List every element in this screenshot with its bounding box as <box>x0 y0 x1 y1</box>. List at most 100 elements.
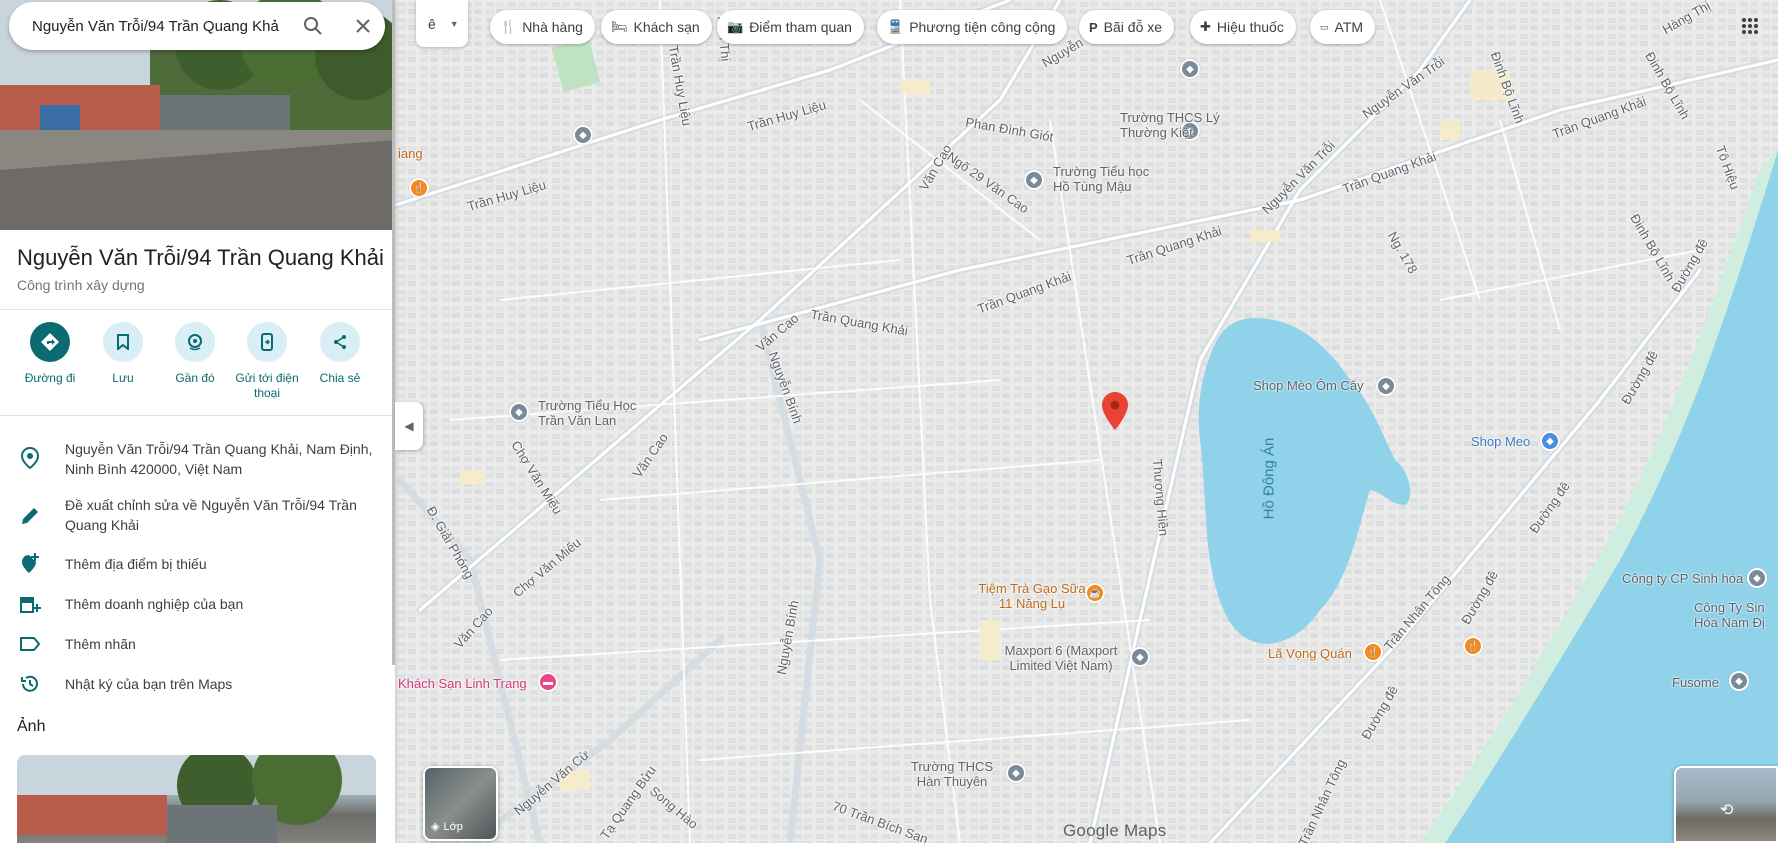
restaurant-icon[interactable]: 🍴 <box>409 178 429 198</box>
poi-label[interactable]: Shop Meo <box>1471 434 1530 449</box>
save-button[interactable]: Lưu <box>86 322 160 386</box>
street-view-icon: ⟲ <box>1720 802 1734 819</box>
share-button[interactable]: Chia sẻ <box>303 322 377 386</box>
maps-history-row[interactable]: Nhật ký của bạn trên Maps <box>0 672 395 702</box>
chip-label: Phương tiện công cộng <box>909 19 1056 35</box>
chip-restaurants[interactable]: 🍴 Nhà hàng <box>490 10 595 44</box>
action-label: Lưu <box>112 371 134 385</box>
layers-label: Lớp <box>443 820 463 833</box>
poi-label[interactable]: Công Ty Sin Hóa Nam Đị <box>1694 600 1778 630</box>
label-icon <box>18 632 42 656</box>
place-marker-icon[interactable] <box>1102 392 1128 430</box>
poi-label[interactable]: Tiệm Trà Gạo Sữa 11 Năng Lụ <box>978 581 1086 611</box>
action-label: Gần đó <box>175 371 215 385</box>
hotel-icon[interactable]: ▬ <box>538 672 558 692</box>
business-icon[interactable]: ◆ <box>1130 647 1150 667</box>
shop-icon[interactable]: ◆ <box>1376 376 1396 396</box>
poi-label[interactable]: Fusome <box>1672 675 1719 690</box>
address-row[interactable]: Nguyễn Văn Trỗi/94 Trần Quang Khải, Nam … <box>0 438 395 484</box>
poi-label[interactable]: Shop Mèo Ôm Cây <box>1253 378 1364 393</box>
divider <box>0 309 395 310</box>
school-icon[interactable]: ◆ <box>1006 763 1026 783</box>
search-icon[interactable] <box>291 2 335 50</box>
add-business-row[interactable]: Thêm doanh nghiệp của bạn <box>0 592 395 622</box>
chevron-down-icon: ▼ <box>449 18 459 29</box>
business-icon[interactable]: ◆ <box>1747 568 1767 588</box>
restaurant-icon[interactable]: 🍴 <box>1363 642 1383 662</box>
suggest-edit-row[interactable]: Đề xuất chỉnh sửa về Nguyễn Văn Trỗi/94 … <box>0 494 395 540</box>
poi-label[interactable]: Lã Vọng Quán <box>1268 646 1352 661</box>
send-to-phone-button[interactable]: Gửi tới điện thoại <box>230 322 304 401</box>
chevron-left-icon: ◀ <box>404 419 414 433</box>
chip-label: Điểm tham quan <box>749 19 852 35</box>
chip-label: Khách sạn <box>633 19 700 35</box>
suggest-edit-text: Đề xuất chỉnh sửa về Nguyễn Văn Trỗi/94 … <box>65 497 357 533</box>
close-icon[interactable] <box>341 2 385 50</box>
maps-app: Trần Huy Liệu Trần Huy Liệu Đ. Trần Huy … <box>0 0 1778 843</box>
poi-label[interactable]: Công ty CP Sinh hóa <box>1622 571 1743 586</box>
photos-heading: Ảnh <box>17 718 46 735</box>
nearby-button[interactable]: Gần đó <box>158 322 232 386</box>
restaurant-icon[interactable]: 🍴 <box>1463 636 1483 656</box>
maps-history-text: Nhật ký của bạn trên Maps <box>65 676 233 692</box>
poi-label[interactable]: iang <box>398 146 423 161</box>
place-category[interactable]: Công trình xây dựng <box>17 277 145 293</box>
chip-label: Nhà hàng <box>522 19 583 35</box>
school-icon[interactable]: ◆ <box>509 402 529 422</box>
directions-icon <box>30 322 70 362</box>
layers-button[interactable]: ◈ Lớp <box>423 766 498 841</box>
atm-icon: ▭ <box>1320 21 1329 32</box>
input-method-button[interactable]: ê ▼ <box>416 0 468 47</box>
poi-label[interactable]: Maxport 6 (Maxport Limited Việt Nam) <box>995 643 1127 673</box>
street-view-thumbnail[interactable]: ⟲ <box>1674 766 1778 843</box>
add-business-text: Thêm doanh nghiệp của bạn <box>65 596 244 612</box>
history-icon <box>18 672 42 696</box>
apps-grid-icon[interactable] <box>1736 12 1764 40</box>
school-icon[interactable]: ◆ <box>1024 170 1044 190</box>
cafe-icon[interactable]: ☕ <box>1085 583 1105 603</box>
chip-parking[interactable]: P Bãi đỗ xe <box>1079 10 1175 44</box>
place-panel: Nguyễn Văn Trỗi/94 Trần Quang Khải Công … <box>0 0 395 843</box>
place-hero-photo[interactable] <box>0 0 395 230</box>
collapse-panel-button[interactable]: ◀ <box>395 402 423 450</box>
poi-label[interactable]: Trường THCS Hàn Thuyên <box>900 759 1004 789</box>
panel-scrollbar[interactable] <box>392 0 395 665</box>
google-maps-logo: Google Maps <box>1063 821 1167 840</box>
search-input[interactable] <box>32 17 282 35</box>
place-title: Nguyễn Văn Trỗi/94 Trần Quang Khải <box>17 245 384 270</box>
poi-label[interactable]: Trường Tiểu học Hồ Tùng Mậu <box>1053 164 1163 194</box>
directions-button[interactable]: Đường đi <box>13 322 87 386</box>
shop-bag-icon[interactable]: ◆ <box>1540 431 1560 451</box>
chip-transit[interactable]: 🚆 Phương tiện công cộng <box>877 10 1068 44</box>
chip-label: Bãi đỗ xe <box>1103 19 1163 35</box>
chip-hotels[interactable]: 🛏 Khách sạn <box>601 10 712 44</box>
hotel-icon: 🛏 <box>611 19 628 34</box>
add-label-row[interactable]: Thêm nhãn <box>0 632 395 662</box>
lake-label: Hồ Đông Án <box>1260 437 1278 520</box>
chip-pharmacy[interactable]: ✚ Hiệu thuốc <box>1190 10 1296 44</box>
ime-label: ê <box>428 15 436 32</box>
add-business-icon <box>18 592 42 616</box>
add-missing-place-text: Thêm địa điểm bị thiếu <box>65 556 207 572</box>
chip-atm[interactable]: ▭ ATM <box>1310 10 1376 44</box>
business-icon[interactable]: ◆ <box>1729 671 1749 691</box>
pharmacy-icon: ✚ <box>1200 19 1211 34</box>
add-place-icon <box>18 552 42 576</box>
pencil-icon <box>18 504 42 528</box>
poi-label[interactable]: Trường THCS Lý Thường Kiệt <box>1120 110 1250 140</box>
poi-label[interactable]: Khách Sạn Linh Trang <box>398 676 527 691</box>
chip-attractions[interactable]: 📷 Điểm tham quan <box>717 10 864 44</box>
poi-label[interactable]: Trường Tiểu Học Trần Văn Lan <box>538 398 648 428</box>
divider <box>0 415 395 416</box>
add-missing-place-row[interactable]: Thêm địa điểm bị thiếu <box>0 552 395 582</box>
photo-thumbnail[interactable] <box>17 755 376 843</box>
search-box[interactable] <box>9 2 385 50</box>
school-icon[interactable]: ◆ <box>1180 59 1200 79</box>
camera-icon: 📷 <box>727 19 744 34</box>
action-label: Gửi tới điện thoại <box>235 371 299 400</box>
action-label: Đường đi <box>24 371 76 385</box>
address-text: Nguyễn Văn Trỗi/94 Trần Quang Khải, Nam … <box>65 441 373 477</box>
school-icon[interactable]: ◆ <box>573 125 593 145</box>
chip-label: Hiệu thuốc <box>1216 19 1284 35</box>
parking-icon: P <box>1089 19 1098 35</box>
